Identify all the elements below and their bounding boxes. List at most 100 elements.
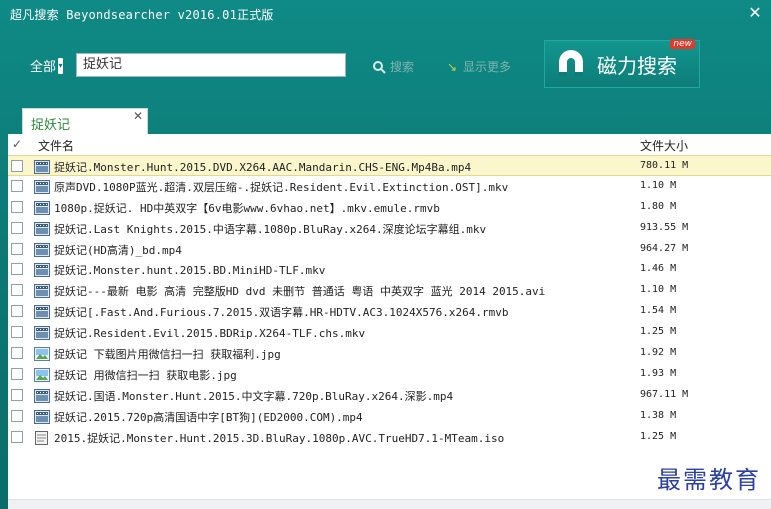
image-file-icon (34, 367, 50, 382)
file-size: 1.10 M (640, 284, 677, 296)
row-checkbox[interactable] (11, 367, 23, 380)
file-size: 1.10 M (640, 179, 677, 191)
table-row[interactable]: 捉妖记.Monster.hunt.2015.BD.MiniHD-TLF.mkv 1… (8, 259, 771, 280)
search-button-label: 搜索 (390, 60, 415, 74)
row-checkbox[interactable] (11, 200, 23, 213)
row-checkbox[interactable] (11, 430, 23, 443)
image-file-icon (34, 346, 50, 362)
file-name: 捉妖记---最新 电影 高清 完整版HD dvd 未删节 普通话 粤语 中英双字… (54, 285, 546, 299)
magnet-search-label: 磁力搜索 (597, 53, 677, 78)
file-size: 1.38 M (640, 409, 677, 421)
check-all-header[interactable]: ✓ (12, 137, 22, 151)
row-checkbox[interactable] (11, 388, 23, 401)
magnet-search-button[interactable]: 磁力搜索 new (544, 39, 700, 88)
file-size: 1.54 M (640, 305, 677, 317)
file-name: 捉妖记 用微信扫一扫 获取电影.jpg (54, 368, 237, 382)
file-size: 780.11 M (640, 160, 689, 171)
file-name: 捉妖记 下载图片用微信扫一扫 获取福利.jpg (54, 348, 281, 362)
scope-dropdown[interactable]: 全部 ▾ (30, 56, 64, 75)
search-button[interactable]: 搜索 (372, 58, 414, 75)
table-row[interactable]: 捉妖记 下载图片用微信扫一扫 获取福利.jpg 1.92 M (8, 343, 771, 364)
row-checkbox[interactable] (11, 179, 23, 192)
scope-label: 全部 (30, 60, 57, 75)
video-file-icon (34, 242, 50, 257)
table-row[interactable]: 捉妖记[.Fast.And.Furious.7.2015.双语字幕.HR-HDT… (8, 301, 771, 322)
row-checkbox[interactable] (11, 221, 23, 234)
file-name: 2015.捉妖记.Monster.Hunt.2015.3D.BluRay.108… (54, 431, 505, 445)
horizontal-scrollbar[interactable] (8, 499, 771, 509)
table-row[interactable]: 捉妖记 用微信扫一扫 获取电影.jpg 1.93 M (8, 364, 771, 385)
file-size: 1.92 M (640, 347, 677, 359)
file-size: 964.27 M (640, 242, 689, 254)
row-checkbox[interactable] (11, 409, 23, 422)
table-row[interactable]: 捉妖记.Monster.Hunt.2015.DVD.X264.AAC.Manda… (8, 155, 771, 176)
title-bar: 超凡搜索 Beyondsearcher v2016.01正式版 ✕ (0, 0, 771, 28)
row-checkbox[interactable] (11, 347, 23, 360)
file-size: 1.25 M (640, 326, 677, 338)
table-body: 捉妖记.Monster.Hunt.2015.DVD.X264.AAC.Manda… (8, 155, 771, 447)
video-file-icon (34, 304, 50, 320)
table-row[interactable]: 原声DVD.1080P蓝光.超清.双层压缩-.捉妖记.Resident.Evil… (8, 176, 771, 197)
tab-close-icon[interactable]: ✕ (133, 109, 143, 123)
dropdown-arrow-icon: ▾ (58, 57, 64, 74)
file-size: 913.55 M (640, 221, 689, 233)
video-file-icon (34, 221, 50, 236)
file-name: 捉妖记.Last Knights.2015.中语字幕.1080p.BluRay.… (54, 222, 487, 236)
table-row[interactable]: 2015.捉妖记.Monster.Hunt.2015.3D.BluRay.108… (8, 427, 771, 448)
close-button[interactable]: ✕ (745, 3, 765, 23)
video-file-icon (34, 388, 50, 403)
table-row[interactable]: 捉妖记.Last Knights.2015.中语字幕.1080p.BluRay.… (8, 218, 771, 239)
row-checkbox[interactable] (11, 305, 23, 318)
file-size: 1.25 M (640, 430, 677, 442)
name-column-header[interactable]: 文件名 (38, 137, 74, 154)
file-size: 1.46 M (640, 263, 677, 275)
table-row[interactable]: 捉妖记.Resident.Evil.2015.BDRip.X264-TLF.ch… (8, 322, 771, 343)
arrow-icon: ↘ (446, 59, 458, 74)
file-list: ✓ 文件名 文件大小 捉妖记.Monster.Hunt.2015.DVD.X26… (8, 134, 771, 509)
show-more-label: 显示更多 (463, 60, 512, 74)
tab-label: 捉妖记 (31, 118, 71, 133)
tab-strip: 捉妖记 ✕ (0, 100, 771, 134)
watermark-text: 最需教育 (657, 466, 761, 494)
table-row[interactable]: 捉妖记(HD高清)_bd.mp4 964.27 M (8, 239, 771, 260)
window-title: 超凡搜索 Beyondsearcher v2016.01正式版 (10, 7, 274, 22)
size-column-header[interactable]: 文件大小 (640, 137, 688, 154)
file-name: 捉妖记.2015.720p高清国语中字[BT狗](ED2000.COM).mp4 (54, 410, 363, 424)
video-file-icon (34, 262, 50, 278)
file-name: 捉妖记.国语.Monster.Hunt.2015.中文字幕.720p.BluRa… (54, 389, 454, 403)
row-checkbox[interactable] (11, 242, 23, 255)
file-name: 1080p.捉妖记. HD中英双字【6v电影www.6vhao.net】.mkv… (54, 201, 440, 215)
file-name: 捉妖记.Monster.Hunt.2015.DVD.X264.AAC.Manda… (54, 161, 472, 174)
table-row[interactable]: 捉妖记.2015.720p高清国语中字[BT狗](ED2000.COM).mp4… (8, 406, 771, 427)
search-bar: 全部 ▾ 捉妖记 搜索 ↘ 显示更多 磁力搜索 new (0, 28, 771, 100)
row-checkbox[interactable] (11, 263, 23, 276)
magnet-icon (553, 46, 589, 82)
file-size: 967.11 M (640, 388, 689, 400)
video-file-icon (34, 409, 50, 424)
table-row[interactable]: 1080p.捉妖记. HD中英双字【6v电影www.6vhao.net】.mkv… (8, 197, 771, 218)
show-more-button[interactable]: ↘ 显示更多 (445, 58, 511, 75)
file-size: 1.93 M (640, 367, 677, 379)
table-row[interactable]: 捉妖记.国语.Monster.Hunt.2015.中文字幕.720p.BluRa… (8, 385, 771, 406)
video-file-icon (34, 200, 50, 215)
row-checkbox[interactable] (11, 326, 23, 339)
video-file-icon (34, 159, 50, 174)
tab-result[interactable]: 捉妖记 ✕ (22, 108, 148, 134)
search-icon (372, 60, 386, 74)
video-file-icon (34, 283, 50, 299)
new-badge: new (670, 39, 695, 49)
app-window: 超凡搜索 Beyondsearcher v2016.01正式版 ✕ 全部 ▾ 捉… (0, 0, 771, 509)
row-checkbox[interactable] (11, 284, 23, 297)
file-name: 捉妖记.Monster.hunt.2015.BD.MiniHD-TLF.mkv (54, 264, 326, 278)
disc-file-icon (34, 430, 50, 445)
row-checkbox[interactable] (11, 160, 23, 172)
file-name: 捉妖记.Resident.Evil.2015.BDRip.X264-TLF.ch… (54, 327, 366, 341)
table-row[interactable]: 捉妖记---最新 电影 高清 完整版HD dvd 未删节 普通话 粤语 中英双字… (8, 280, 771, 301)
file-size: 1.80 M (640, 200, 677, 212)
file-name: 原声DVD.1080P蓝光.超清.双层压缩-.捉妖记.Resident.Evil… (54, 180, 509, 194)
video-file-icon (34, 179, 50, 194)
search-input[interactable]: 捉妖记 (76, 53, 346, 77)
file-name: 捉妖记(HD高清)_bd.mp4 (54, 243, 182, 257)
file-name: 捉妖记[.Fast.And.Furious.7.2015.双语字幕.HR-HDT… (54, 306, 509, 320)
table-header: ✓ 文件名 文件大小 (8, 134, 771, 154)
